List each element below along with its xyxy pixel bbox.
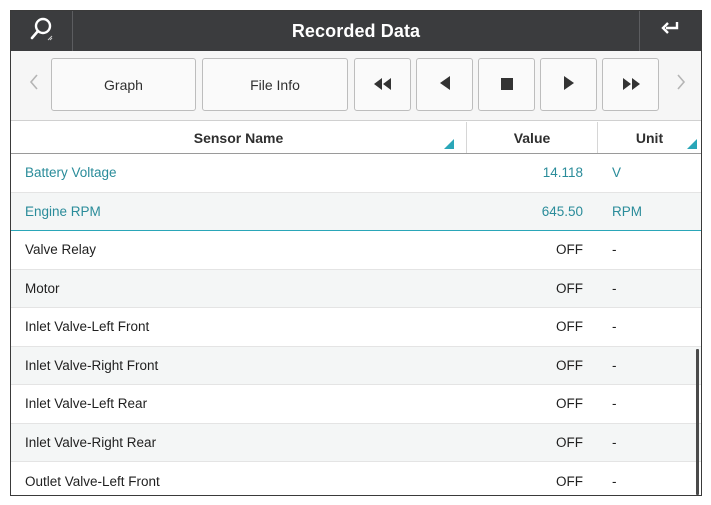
step-back-icon <box>438 76 452 93</box>
table-row[interactable]: Inlet Valve-Right Rear OFF - <box>11 423 701 462</box>
unit-cell: - <box>612 357 617 373</box>
table-row[interactable]: Motor OFF - <box>11 269 701 308</box>
search-icon <box>29 16 55 47</box>
unit-header-label: Unit <box>635 129 664 146</box>
chevron-right-icon <box>675 72 687 97</box>
search-button[interactable] <box>11 11 73 51</box>
value-column-header[interactable]: Value <box>467 122 597 153</box>
table-header: Sensor Name Value Unit <box>11 122 701 154</box>
table-row[interactable]: Inlet Valve-Left Rear OFF - <box>11 385 701 424</box>
fast-forward-icon <box>620 77 642 93</box>
sensor-name-cell: Engine RPM <box>25 203 101 219</box>
value-cell: OFF <box>556 242 583 258</box>
unit-cell: - <box>612 280 617 296</box>
fast-forward-button[interactable] <box>602 58 659 111</box>
table-row[interactable]: Inlet Valve-Right Front OFF - <box>11 346 701 385</box>
unit-cell: RPM <box>612 203 642 219</box>
value-cell: OFF <box>556 280 583 296</box>
table-row[interactable]: Valve Relay OFF - <box>11 231 701 270</box>
sort-indicator-icon <box>444 139 454 149</box>
sensor-name-cell: Motor <box>25 280 60 296</box>
value-cell: OFF <box>556 357 583 373</box>
file-info-button[interactable]: File Info <box>202 58 348 111</box>
return-button[interactable] <box>639 11 701 51</box>
sensor-name-cell: Inlet Valve-Right Rear <box>25 434 157 450</box>
value-cell: 14.118 <box>542 165 583 181</box>
rewind-icon <box>372 77 394 93</box>
chevron-left-icon <box>28 72 40 97</box>
unit-cell: - <box>612 319 617 335</box>
value-cell: OFF <box>556 319 583 335</box>
unit-cell: V <box>612 165 622 181</box>
title-bar: Recorded Data <box>11 11 701 51</box>
sensor-name-cell: Inlet Valve-Left Rear <box>25 396 148 412</box>
graph-button[interactable]: Graph <box>51 58 196 111</box>
scroll-right-button[interactable] <box>666 58 696 111</box>
return-icon <box>660 19 682 44</box>
table-row[interactable]: Battery Voltage 14.118 V <box>11 154 701 193</box>
unit-cell: - <box>612 473 617 489</box>
value-header-label: Value <box>513 129 551 146</box>
unit-column-header[interactable]: Unit <box>598 122 701 153</box>
sensor-name-cell: Valve Relay <box>25 242 97 258</box>
sensor-name-cell: Battery Voltage <box>25 165 117 181</box>
recorded-data-window: Recorded Data Graph File Info Sensor Nam… <box>10 10 702 496</box>
step-back-button[interactable] <box>416 58 473 111</box>
play-button[interactable] <box>540 58 597 111</box>
sensor-table: Battery Voltage 14.118 V Engine RPM 645.… <box>11 154 701 495</box>
scroll-left-button[interactable] <box>19 58 49 111</box>
unit-cell: - <box>612 242 617 258</box>
table-row[interactable]: Inlet Valve-Left Front OFF - <box>11 308 701 347</box>
table-row[interactable]: Engine RPM 645.50 RPM <box>11 192 701 231</box>
sensor-name-header-label: Sensor Name <box>193 129 284 146</box>
sensor-name-column-header[interactable]: Sensor Name <box>11 122 466 153</box>
value-cell: 645.50 <box>541 203 583 219</box>
value-cell: OFF <box>556 434 583 450</box>
value-cell: OFF <box>556 396 583 412</box>
unit-cell: - <box>612 434 617 450</box>
sort-indicator-icon <box>687 139 697 149</box>
sensor-name-cell: Outlet Valve-Left Front <box>25 473 160 489</box>
unit-cell: - <box>612 396 617 412</box>
value-cell: OFF <box>556 473 583 489</box>
stop-icon <box>500 77 513 93</box>
rewind-button[interactable] <box>354 58 411 111</box>
sensor-name-cell: Inlet Valve-Right Front <box>25 357 159 373</box>
toolbar: Graph File Info <box>11 51 701 121</box>
sensor-name-cell: Inlet Valve-Left Front <box>25 319 150 335</box>
stop-button[interactable] <box>478 58 535 111</box>
page-title: Recorded Data <box>291 20 421 41</box>
vertical-scrollbar[interactable] <box>696 349 699 495</box>
play-icon <box>562 76 576 93</box>
table-row[interactable]: Outlet Valve-Left Front OFF - <box>11 462 701 495</box>
